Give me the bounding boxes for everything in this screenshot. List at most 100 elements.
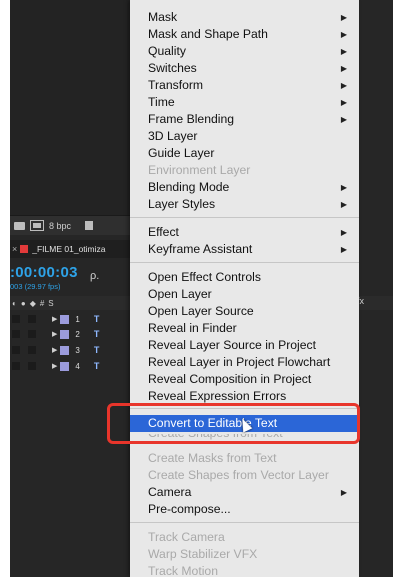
solo-toggle[interactable] [28,346,36,354]
menu-item-open-effect-controls[interactable]: Open Effect Controls [130,269,359,286]
menu-item-label: Reveal Composition in Project [148,372,312,386]
menu-item-label: Reveal Layer Source in Project [148,338,317,352]
menu-item-reveal-layer-source-in-project[interactable]: Reveal Layer Source in Project [130,337,359,354]
layer-row[interactable]: ▶ 3 T [10,344,130,356]
menu-item-label: Open Layer [148,287,212,301]
menu-item-pre-compose[interactable]: Pre-compose... [130,501,359,518]
menu-item-label: Switches [148,61,197,75]
menu-item-label: Create Masks from Text [148,451,277,465]
menu-item-label: Reveal Layer in Project Flowchart [148,355,331,369]
search-icon[interactable]: ρ. [90,270,99,282]
twirl-arrow-icon[interactable]: ▶ [52,315,57,323]
menu-item-frame-blending[interactable]: Frame Blending ▶ [130,111,359,128]
menu-item-label: Transform [148,78,204,92]
menu-item-open-layer[interactable]: Open Layer [130,286,359,303]
menu-item-label: Track Motion [148,564,218,577]
menu-item-label: Keyframe Assistant [148,242,253,256]
menu-item-label: Open Effect Controls [148,270,261,284]
timeline-graph-area [360,0,393,577]
menu-item-label: Mask and Shape Path [148,27,268,41]
twirl-arrow-icon[interactable]: ▶ [52,330,57,338]
folder-icon[interactable] [14,221,25,230]
layer-context-menu: Mask ▶ Mask and Shape Path ▶ Quality ▶ Swit… [130,0,359,577]
menu-item-mask[interactable]: Mask ▶ [130,9,359,26]
lock-icon[interactable]: ● [21,299,26,308]
frame-rate-readout: 003 (29.97 fps) [10,282,61,291]
layer-row[interactable]: ▶ 2 T [10,328,130,340]
menu-item-label: Time [148,95,175,109]
submenu-arrow-icon: ▶ [340,115,347,124]
menu-item-track-camera: Track Camera [130,529,359,546]
text-layer-icon: T [93,329,100,339]
menu-item-label: Layer Styles [148,197,216,211]
eye-icon[interactable]: ◐ [12,299,17,308]
trash-icon[interactable] [85,221,94,230]
menu-item-reveal-layer-in-project-flowchart[interactable]: Reveal Layer in Project Flowchart [130,354,359,371]
menu-item-reveal-composition-in-project[interactable]: Reveal Composition in Project [130,371,359,388]
submenu-arrow-icon: ▶ [340,81,347,90]
close-icon[interactable]: × [12,244,17,254]
menu-item-open-layer-source[interactable]: Open Layer Source [130,303,359,320]
solo-toggle[interactable] [28,330,36,338]
menu-separator [130,262,359,263]
menu-item-quality[interactable]: Quality ▶ [130,43,359,60]
submenu-arrow-icon: ▶ [340,228,347,237]
video-toggle[interactable] [12,362,20,370]
layer-number: 2 [75,329,80,339]
menu-item-label: Guide Layer [148,146,215,160]
menu-item-camera[interactable]: Camera ▶ [130,484,359,501]
menu-item-mask-and-shape-path[interactable]: Mask and Shape Path ▶ [130,26,359,43]
solo-toggle[interactable] [28,315,36,323]
screenshot-stage: 8 bpc × _FILME 01_otimiza :00:00:03 003 … [0,0,401,577]
menu-item-label: 3D Layer [148,129,198,143]
bpc-label[interactable]: 8 bpc [49,221,71,231]
twirl-arrow-icon[interactable]: ▶ [52,362,57,370]
header-number: # [39,298,45,308]
timeline-tab[interactable]: × _FILME 01_otimiza [10,240,130,258]
label-color-chip[interactable] [60,314,70,324]
menu-separator [130,217,359,218]
menu-item-track-motion: Track Motion [130,563,359,577]
menu-item-transform[interactable]: Transform ▶ [130,77,359,94]
menu-item-time[interactable]: Time ▶ [130,94,359,111]
menu-item-label: Blending Mode [148,180,230,194]
menu-item-3d-layer[interactable]: 3D Layer [130,128,359,145]
menu-item-keyframe-assistant[interactable]: Keyframe Assistant ▶ [130,241,359,258]
menu-item-guide-layer[interactable]: Guide Layer [130,145,359,162]
annotation-highlight-box [107,403,360,444]
menu-item-switches[interactable]: Switches ▶ [130,60,359,77]
submenu-arrow-icon: ▶ [340,98,347,107]
menu-item-effect[interactable]: Effect ▶ [130,224,359,241]
label-color-chip[interactable] [60,329,70,339]
layer-row[interactable]: ▶ 1 T [10,313,130,325]
timeline-tab-label: _FILME 01_otimiza [32,244,106,254]
solo-toggle[interactable] [28,362,36,370]
layer-row[interactable]: ▶ 4 T [10,360,130,372]
new-composition-icon[interactable] [30,220,44,231]
menu-item-blending-mode[interactable]: Blending Mode ▶ [130,179,359,196]
label-color-chip[interactable] [60,361,70,371]
project-panel [10,0,130,215]
submenu-arrow-icon: ▶ [340,30,347,39]
menu-item-layer-styles[interactable]: Layer Styles ▶ [130,196,359,213]
submenu-arrow-icon: ▶ [340,200,347,209]
submenu-arrow-icon: ▶ [340,64,347,73]
menu-item-label: Pre-compose... [148,502,231,516]
menu-item-label: Mask [148,10,178,24]
twirl-arrow-icon[interactable]: ▶ [52,346,57,354]
menu-item-label: Reveal in Finder [148,321,237,335]
after-effects-window: 8 bpc × _FILME 01_otimiza :00:00:03 003 … [10,0,393,577]
video-toggle[interactable] [12,346,20,354]
menu-item-label: Camera [148,485,192,499]
timecode-display[interactable]: :00:00:03 [10,264,78,281]
project-panel-footer: 8 bpc [10,215,130,235]
text-layer-icon: T [93,361,100,371]
header-source: S [48,298,54,308]
label-icon[interactable]: ◆ [30,299,36,308]
video-toggle[interactable] [12,330,20,338]
video-toggle[interactable] [12,315,20,323]
menu-item-reveal-in-finder[interactable]: Reveal in Finder [130,320,359,337]
label-color-chip[interactable] [60,345,70,355]
layer-number: 4 [75,361,80,371]
submenu-arrow-icon: ▶ [340,245,347,254]
